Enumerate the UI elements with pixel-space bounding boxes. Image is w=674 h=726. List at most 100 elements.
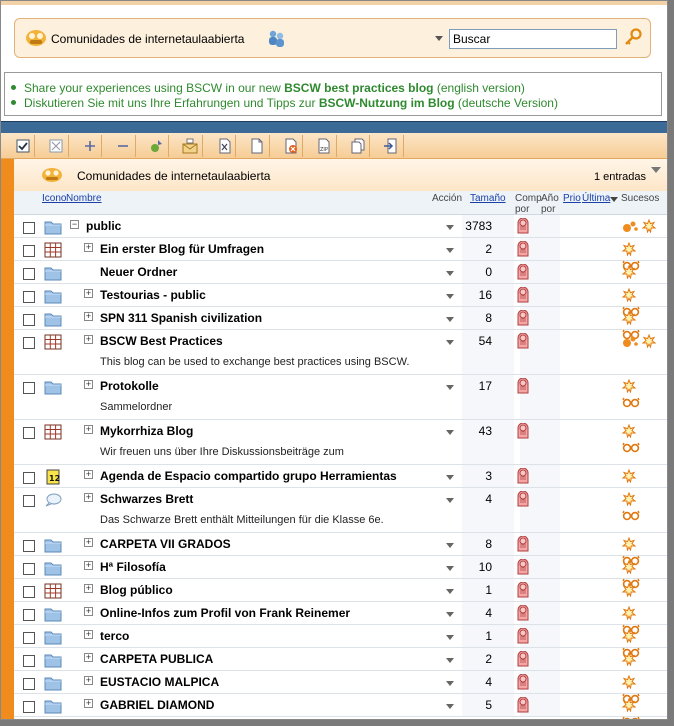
read-event-icon[interactable] [622, 396, 640, 411]
bubble-icon[interactable] [44, 492, 62, 508]
cut-button[interactable] [212, 135, 236, 157]
user-icon[interactable] [516, 286, 530, 303]
table-row[interactable]: + Blog público 1 [14, 579, 667, 602]
row-checkbox[interactable] [23, 472, 35, 484]
new-event-icon[interactable] [621, 536, 637, 554]
row-name-link[interactable]: GABRIEL DIAMOND [100, 698, 214, 712]
expand-toggle-icon[interactable]: + [84, 653, 93, 662]
row-action-dropdown[interactable] [446, 225, 454, 230]
expand-toggle-icon[interactable]: + [84, 425, 93, 434]
search-scope-dropdown[interactable] [435, 36, 443, 41]
row-action-dropdown[interactable] [446, 498, 454, 503]
new-event-icon[interactable] [621, 628, 637, 646]
col-tamano[interactable]: Tamaño [470, 193, 506, 204]
user-icon[interactable] [516, 309, 530, 326]
row-action-dropdown[interactable] [446, 704, 454, 709]
user-icon[interactable] [516, 604, 530, 621]
expand-toggle-icon[interactable]: + [84, 380, 93, 389]
user-icon[interactable] [516, 581, 530, 598]
col-prio[interactable]: Prio [563, 193, 581, 204]
row-name-link[interactable]: Hª Filosofía [100, 560, 166, 574]
row-name-link[interactable]: public [86, 219, 121, 233]
expand-toggle-icon[interactable]: + [84, 493, 93, 502]
row-checkbox[interactable] [23, 291, 35, 303]
duplicate-button[interactable] [346, 135, 370, 157]
row-name-link[interactable]: Mykorrhiza Blog [100, 424, 193, 438]
expand-toggle-icon[interactable]: + [84, 289, 93, 298]
table-row[interactable]: + Testourias - public 16 [14, 284, 667, 317]
row-name-link[interactable]: Protokolle [100, 379, 159, 393]
table-row[interactable]: + Mykorrhiza Blog Wir freuen uns über Ihre… [14, 420, 667, 465]
new-event-icon[interactable] [621, 310, 637, 328]
row-checkbox[interactable] [23, 540, 35, 552]
row-checkbox[interactable] [23, 563, 35, 575]
folder-menu-arrow[interactable] [651, 167, 661, 173]
row-action-dropdown[interactable] [446, 248, 454, 253]
row-name-link[interactable]: Agenda de Espacio compartido grupo Herra… [100, 469, 397, 483]
row-checkbox[interactable] [23, 268, 35, 280]
row-action-dropdown[interactable] [446, 543, 454, 548]
user-icon[interactable] [516, 627, 530, 644]
table-row[interactable]: − public 3783 [14, 215, 667, 238]
table-row[interactable]: + Schwarzes Brett Das Schwarze Brett enthä… [14, 488, 667, 533]
folder-icon[interactable] [44, 652, 62, 668]
row-action-dropdown[interactable] [446, 385, 454, 390]
row-action-dropdown[interactable] [446, 566, 454, 571]
user-icon[interactable] [516, 673, 530, 690]
new-event-icon[interactable] [621, 651, 637, 669]
folder-icon[interactable] [44, 698, 62, 714]
uncheck-button[interactable] [45, 135, 69, 157]
blog-icon[interactable] [44, 424, 62, 440]
row-checkbox[interactable] [23, 314, 35, 326]
expand-toggle-icon[interactable]: + [84, 538, 93, 547]
col-ano[interactable]: Año por [541, 193, 559, 215]
user-icon[interactable] [516, 263, 530, 280]
row-action-dropdown[interactable] [446, 271, 454, 276]
row-name-link[interactable]: Ein erster Blog für Umfragen [100, 242, 264, 256]
row-checkbox[interactable] [23, 609, 35, 621]
user-icon[interactable] [516, 696, 530, 713]
expand-toggle-icon[interactable]: + [84, 561, 93, 570]
folder-icon[interactable] [44, 537, 62, 553]
move-button[interactable] [380, 135, 404, 157]
row-name-link[interactable]: Testourias - public [100, 288, 206, 302]
zip-button[interactable]: ZIP [313, 135, 337, 157]
row-checkbox[interactable] [23, 245, 35, 257]
row-action-dropdown[interactable] [446, 340, 454, 345]
folder-icon[interactable] [44, 219, 62, 235]
user-icon[interactable] [516, 535, 530, 552]
table-row[interactable]: + CARPETA VII GRADOS 8 [14, 533, 667, 566]
folder-icon[interactable] [44, 675, 62, 691]
table-row[interactable]: Neuer Ordner 0 [14, 261, 667, 284]
search-key-icon[interactable] [623, 28, 643, 48]
read-event-icon[interactable] [622, 509, 640, 524]
row-name-link[interactable]: Blog público [100, 583, 173, 597]
row-action-dropdown[interactable] [446, 635, 454, 640]
new-event-icon[interactable] [621, 468, 637, 486]
table-row[interactable]: + GABRIEL DIAMOND 5 [14, 694, 667, 719]
row-name-link[interactable]: Neuer Ordner [100, 265, 177, 279]
new-event-icon[interactable] [621, 674, 637, 692]
row-action-dropdown[interactable] [446, 589, 454, 594]
blog-icon[interactable] [44, 334, 62, 350]
row-action-dropdown[interactable] [446, 475, 454, 480]
delete-button[interactable] [279, 135, 303, 157]
expand-toggle-icon[interactable]: + [84, 699, 93, 708]
row-checkbox[interactable] [23, 382, 35, 394]
row-name-link[interactable]: BSCW Best Practices [100, 334, 223, 348]
table-row[interactable]: + EUSTACIO MALPICA 4 [14, 671, 667, 704]
read-event-icon[interactable] [622, 441, 640, 456]
row-checkbox[interactable] [23, 222, 35, 234]
add-button[interactable] [78, 135, 102, 157]
table-row[interactable]: + CARPETA PUBLICA 2 [14, 648, 667, 671]
user-icon[interactable] [516, 422, 530, 439]
expand-toggle-icon[interactable]: + [84, 312, 93, 321]
blog-icon[interactable] [44, 242, 62, 258]
blog-icon[interactable] [44, 583, 62, 599]
folder-icon[interactable] [44, 265, 62, 281]
search-input[interactable] [449, 29, 617, 49]
new-event-icon[interactable] [641, 333, 657, 351]
expand-toggle-icon[interactable]: + [84, 630, 93, 639]
row-checkbox[interactable] [23, 427, 35, 439]
user-icon[interactable] [516, 650, 530, 667]
